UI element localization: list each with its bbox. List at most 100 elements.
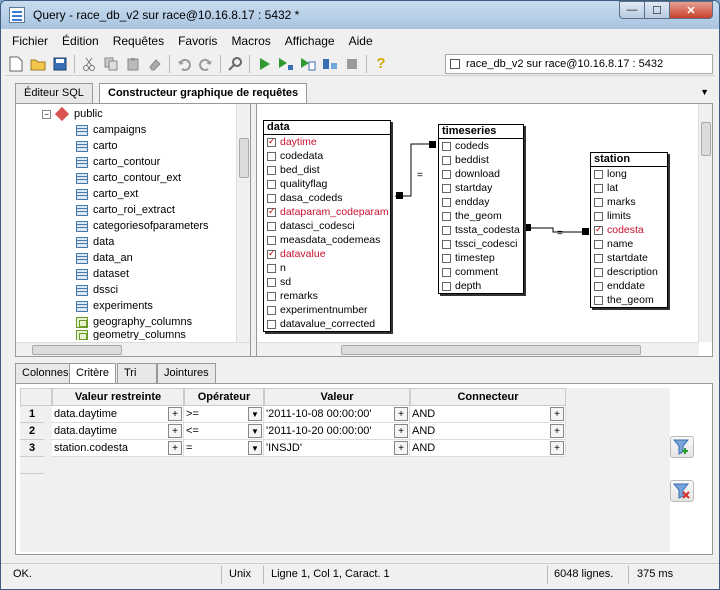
execute-to-file-icon[interactable]	[297, 54, 319, 74]
field-checkbox[interactable]	[267, 221, 276, 231]
scroll-thumb[interactable]	[341, 345, 641, 355]
field-checkbox[interactable]	[442, 197, 451, 207]
field-checkbox[interactable]	[594, 183, 603, 193]
table-title[interactable]: station	[591, 153, 667, 167]
table-field[interactable]: comment	[439, 265, 523, 279]
field-checkbox[interactable]	[267, 165, 276, 175]
cell-edit-button[interactable]: +	[550, 441, 564, 455]
table-field[interactable]: measdata_codemeas	[264, 233, 390, 247]
field-checkbox[interactable]	[267, 193, 276, 203]
tree-item[interactable]: carto	[76, 138, 117, 154]
cell-edit-button[interactable]: +	[394, 441, 408, 455]
cell-edit-button[interactable]: +	[394, 407, 408, 421]
operator-dropdown-icon[interactable]: ▼	[248, 424, 262, 438]
field-checkbox[interactable]	[267, 277, 276, 287]
eraser-icon[interactable]	[144, 54, 166, 74]
tree-item[interactable]: carto_contour_ext	[76, 170, 181, 186]
table-field[interactable]: tssci_codesci	[439, 237, 523, 251]
tabs-dropdown-icon[interactable]: ▼	[700, 87, 709, 97]
cell-edit-button[interactable]: +	[550, 407, 564, 421]
tree-vertical-scrollbar[interactable]	[236, 104, 250, 342]
tab-criteria[interactable]: Critère	[69, 363, 117, 384]
field-checkbox[interactable]	[267, 319, 276, 329]
table-field[interactable]: bed_dist	[264, 163, 390, 177]
field-checkbox[interactable]	[594, 281, 603, 291]
criterion-column-cell[interactable]: data.daytime	[52, 406, 184, 423]
field-checkbox[interactable]	[267, 305, 276, 315]
table-field[interactable]: long	[591, 167, 667, 181]
menu-aide[interactable]: Aide	[342, 34, 380, 48]
tree-item[interactable]: data	[76, 234, 114, 250]
tree-item[interactable]: carto_roi_extract	[76, 202, 175, 218]
maximize-button[interactable]: ☐	[644, 1, 670, 19]
tree-item[interactable]: carto_ext	[76, 186, 138, 202]
cut-icon[interactable]	[78, 54, 100, 74]
field-checkbox[interactable]	[267, 206, 276, 217]
execute-icon[interactable]	[253, 54, 275, 74]
table-field[interactable]: remarks	[264, 289, 390, 303]
criterion-value-cell[interactable]: '2011-10-20 00:00:00'	[264, 423, 410, 440]
cell-edit-button[interactable]: +	[168, 424, 182, 438]
tab-sql-editor[interactable]: Éditeur SQL	[15, 83, 93, 103]
field-checkbox[interactable]	[442, 253, 451, 263]
field-checkbox[interactable]	[442, 183, 451, 193]
close-button[interactable]: ✕	[669, 1, 713, 19]
help-icon[interactable]: ?	[370, 54, 392, 74]
criterion-value-cell[interactable]: '2011-10-08 00:00:00'	[264, 406, 410, 423]
table-field[interactable]: daytime	[264, 135, 390, 149]
minimize-button[interactable]: —	[619, 1, 645, 19]
table-field[interactable]: sd	[264, 275, 390, 289]
tree-item[interactable]: geometry_columns	[76, 330, 186, 340]
field-checkbox[interactable]	[442, 169, 451, 179]
tree-item[interactable]: campaigns	[76, 122, 146, 138]
field-checkbox[interactable]	[594, 295, 603, 305]
criterion-connector-cell[interactable]: AND	[410, 406, 566, 423]
table-field[interactable]: startday	[439, 181, 523, 195]
table-field[interactable]: dasa_codeds	[264, 191, 390, 205]
tree-item[interactable]: carto_contour	[76, 154, 160, 170]
new-file-icon[interactable]	[5, 54, 27, 74]
criterion-value-cell[interactable]: 'INSJD'	[264, 440, 410, 457]
field-checkbox[interactable]	[267, 248, 276, 259]
table-field[interactable]: marks	[591, 195, 667, 209]
scroll-thumb[interactable]	[239, 138, 249, 178]
operator-dropdown-icon[interactable]: ▼	[248, 407, 262, 421]
paste-icon[interactable]	[122, 54, 144, 74]
table-field[interactable]: datasci_codesci	[264, 219, 390, 233]
cell-edit-button[interactable]: +	[168, 441, 182, 455]
table-field[interactable]: description	[591, 265, 667, 279]
open-folder-icon[interactable]	[27, 54, 49, 74]
tab-joins[interactable]: Jointures	[157, 363, 216, 383]
table-timeseries[interactable]: timeseries codeds beddist download startday…	[438, 124, 524, 294]
field-checkbox[interactable]	[594, 197, 603, 207]
copy-icon[interactable]	[100, 54, 122, 74]
tab-columns[interactable]: Colonnes	[15, 363, 76, 383]
tree-item[interactable]: experiments	[76, 298, 153, 314]
field-checkbox[interactable]	[442, 267, 451, 277]
table-field[interactable]: name	[591, 237, 667, 251]
table-field[interactable]: startdate	[591, 251, 667, 265]
redo-icon[interactable]	[195, 54, 217, 74]
query-canvas[interactable]: = = data daytime codedata bed_dist qualityf…	[256, 104, 712, 356]
explain-icon[interactable]	[275, 54, 297, 74]
table-field[interactable]: the_geom	[591, 293, 667, 307]
menu-affichage[interactable]: Affichage	[278, 34, 342, 48]
field-checkbox[interactable]	[267, 136, 276, 147]
tree-item[interactable]: geography_columns	[76, 314, 192, 330]
find-icon[interactable]	[224, 54, 246, 74]
table-field[interactable]: depth	[439, 279, 523, 293]
table-field[interactable]: timestep	[439, 251, 523, 265]
table-field[interactable]: the_geom	[439, 209, 523, 223]
save-icon[interactable]	[49, 54, 71, 74]
collapse-icon[interactable]: −	[42, 109, 51, 119]
field-checkbox[interactable]	[594, 267, 603, 277]
table-field[interactable]: codeds	[439, 139, 523, 153]
scroll-thumb[interactable]	[32, 345, 122, 355]
tree-horizontal-scrollbar[interactable]	[16, 342, 250, 356]
field-checkbox[interactable]	[594, 239, 603, 249]
tab-sort[interactable]: Tri	[117, 363, 157, 383]
table-data[interactable]: data daytimecodedatabed_distqualityflagd…	[263, 120, 391, 332]
field-checkbox[interactable]	[267, 263, 276, 273]
operator-dropdown-icon[interactable]: ▼	[248, 441, 262, 455]
table-field[interactable]: limits	[591, 209, 667, 223]
